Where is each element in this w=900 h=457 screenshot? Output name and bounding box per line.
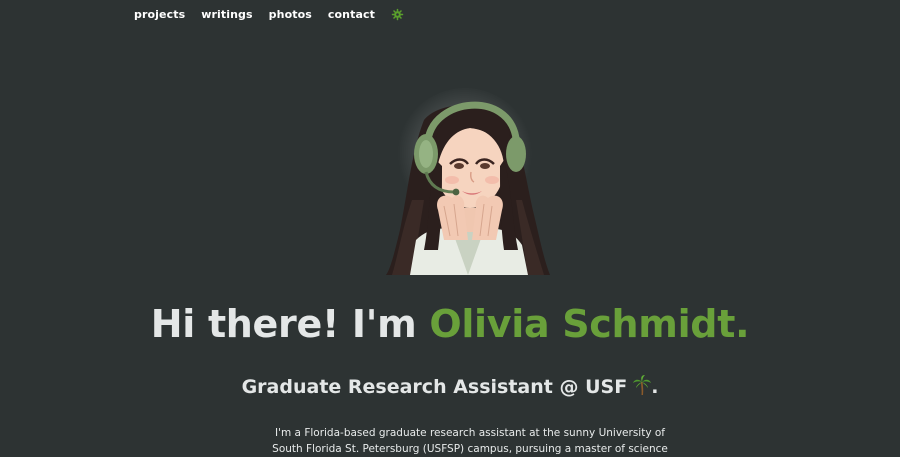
palm-tree-icon: [633, 375, 652, 400]
top-nav: projects writings photos contact: [134, 8, 404, 21]
hero-subtitle: Graduate Research Assistant @ USF .: [0, 375, 900, 400]
nav-link-projects[interactable]: projects: [134, 8, 185, 21]
hero-subtitle-suffix: .: [651, 376, 659, 398]
hero-name: Olivia Schmidt.: [429, 302, 750, 346]
hero-subtitle-text: Graduate Research Assistant @ USF: [241, 376, 628, 398]
hero-headline: Hi there! I'm Olivia Schmidt.: [0, 302, 900, 346]
hero-bio: I'm a Florida-based graduate research as…: [272, 427, 668, 455]
avatar-illustration: [386, 101, 550, 275]
nav-link-photos[interactable]: photos: [269, 8, 312, 21]
nav-link-writings[interactable]: writings: [201, 8, 252, 21]
gear-icon[interactable]: [391, 8, 404, 21]
hero-greeting: Hi there! I'm: [150, 302, 430, 346]
nav-link-contact[interactable]: contact: [328, 8, 375, 21]
avatar: [372, 80, 564, 275]
